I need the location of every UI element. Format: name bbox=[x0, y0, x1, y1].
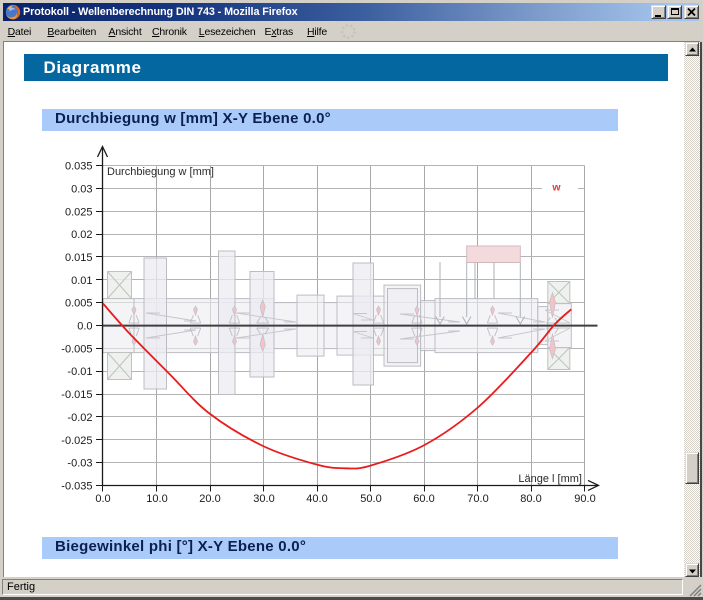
svg-text:10.0: 10.0 bbox=[146, 493, 167, 505]
svg-text:0.025: 0.025 bbox=[65, 206, 93, 218]
svg-text:30.0: 30.0 bbox=[253, 493, 274, 505]
svg-text:-0.01: -0.01 bbox=[67, 366, 92, 378]
svg-text:0.015: 0.015 bbox=[65, 252, 93, 264]
svg-text:0.0: 0.0 bbox=[95, 493, 110, 505]
svg-text:0.0: 0.0 bbox=[77, 321, 92, 333]
svg-text:-0.02: -0.02 bbox=[67, 412, 92, 424]
svg-text:0.035: 0.035 bbox=[65, 161, 93, 173]
svg-text:0.02: 0.02 bbox=[71, 229, 92, 241]
svg-text:Länge l [mm]: Länge l [mm] bbox=[518, 473, 582, 485]
svg-text:-0.025: -0.025 bbox=[61, 435, 92, 447]
svg-text:-0.035: -0.035 bbox=[61, 481, 92, 493]
svg-text:-0.005: -0.005 bbox=[61, 343, 92, 355]
svg-text:-0.03: -0.03 bbox=[67, 458, 92, 470]
svg-text:70.0: 70.0 bbox=[467, 493, 488, 505]
svg-text:90.0: 90.0 bbox=[574, 493, 595, 505]
svg-text:Durchbiegung w [mm]: Durchbiegung w [mm] bbox=[107, 166, 214, 178]
svg-text:20.0: 20.0 bbox=[199, 493, 220, 505]
svg-text:50.0: 50.0 bbox=[360, 493, 381, 505]
svg-text:40.0: 40.0 bbox=[306, 493, 327, 505]
svg-text:0.03: 0.03 bbox=[71, 183, 92, 195]
svg-text:80.0: 80.0 bbox=[520, 493, 541, 505]
svg-text:0.005: 0.005 bbox=[65, 298, 93, 310]
svg-text:0.01: 0.01 bbox=[71, 275, 92, 287]
svg-text:60.0: 60.0 bbox=[413, 493, 434, 505]
svg-text:-0.015: -0.015 bbox=[61, 389, 92, 401]
svg-text:w: w bbox=[551, 182, 561, 194]
